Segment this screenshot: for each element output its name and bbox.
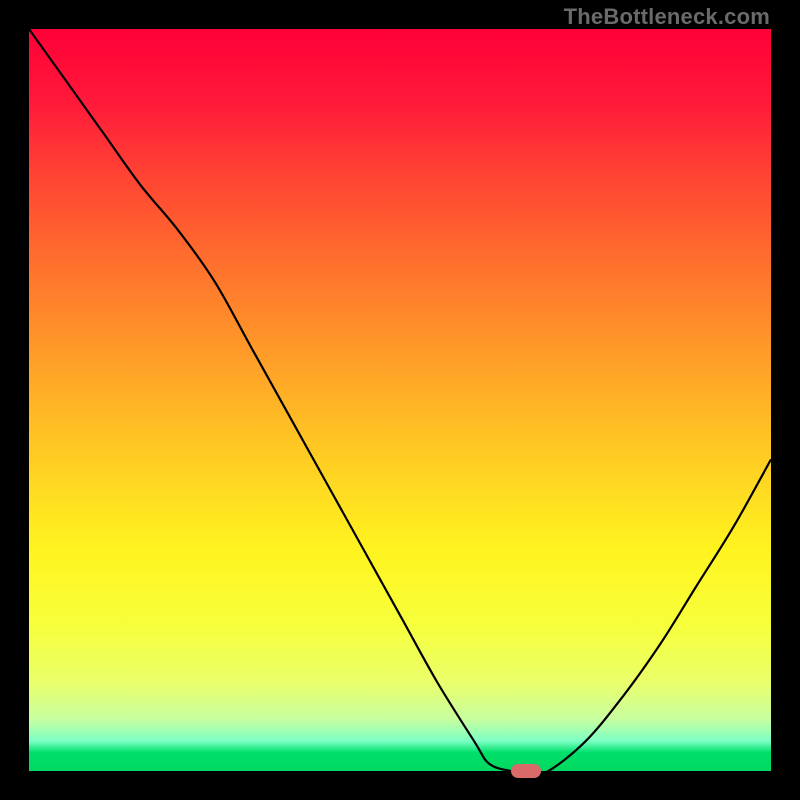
bottleneck-curve: [29, 29, 771, 773]
optimal-marker: [511, 764, 541, 778]
watermark-text: TheBottleneck.com: [564, 4, 770, 30]
chart-frame: TheBottleneck.com: [0, 0, 800, 800]
chart-svg: [29, 29, 771, 771]
